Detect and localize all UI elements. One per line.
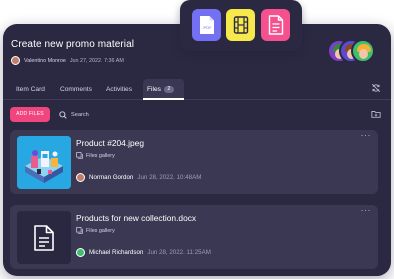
tab-label: Activities <box>106 86 133 93</box>
tab-item-card[interactable]: Item Card <box>12 79 49 100</box>
search-field[interactable]: Search <box>59 107 89 122</box>
folder-icon[interactable] <box>371 109 381 119</box>
add-files-button[interactable]: ADD FILES <box>10 107 50 122</box>
uploader-name: Michael Richardson <box>89 249 144 256</box>
pdf-file-button[interactable]: .PDF <box>192 9 221 41</box>
document-thumbnail[interactable] <box>17 211 71 264</box>
upload-date: Jun 28, 2022. 10:48AM <box>137 174 202 181</box>
member-avatars[interactable] <box>327 39 377 63</box>
pdf-file-icon: .PDF <box>199 16 214 34</box>
file-uploader: Michael Richardson Jun 28, 2022. 11:25AM <box>76 248 211 257</box>
author-avatar <box>11 56 20 65</box>
uploader-name: Norman Gordon <box>89 174 134 181</box>
file-row[interactable]: Products for new collection.docx Files g… <box>10 205 378 269</box>
tab-bar: Item Card Comments Activities Files 2 <box>3 79 391 100</box>
more-options-icon[interactable]: ··· <box>361 205 372 215</box>
tab-label: Item Card <box>16 86 45 93</box>
file-location-label: Files gallery <box>86 227 115 234</box>
product-image <box>17 136 71 189</box>
file-location[interactable]: Files gallery <box>76 227 115 234</box>
file-name[interactable]: Products for new collection.docx <box>76 213 196 223</box>
pdf-label: .PDF <box>202 25 212 30</box>
sync-icon[interactable] <box>371 83 381 93</box>
tab-files[interactable]: Files 2 <box>143 79 184 100</box>
text-document-button[interactable] <box>261 9 290 41</box>
file-name[interactable]: Product #204.jpeg <box>76 138 144 148</box>
files-count-badge: 2 <box>163 85 174 93</box>
tab-label: Comments <box>60 86 92 93</box>
image-thumbnail[interactable] <box>17 136 71 189</box>
text-document-icon <box>268 15 283 35</box>
author-name: Valentino Monroe <box>24 57 66 64</box>
tab-activities[interactable]: Activities <box>102 79 136 100</box>
created-date: Jun 27, 2022. 7:36 AM <box>69 57 124 64</box>
file-row[interactable]: Product #204.jpeg Files gallery Norman G… <box>10 130 378 194</box>
file-uploader: Norman Gordon Jun 28, 2022. 10:48AM <box>76 173 201 182</box>
file-location-label: Files gallery <box>86 152 115 159</box>
upload-date: Jun 28, 2022. 11:25AM <box>147 249 211 256</box>
search-icon <box>59 110 67 119</box>
card-title: Create new promo material <box>11 39 135 50</box>
search-label: Search <box>71 111 89 118</box>
file-location[interactable]: Files gallery <box>76 152 115 159</box>
gallery-icon <box>76 152 83 159</box>
tab-comments[interactable]: Comments <box>56 79 96 100</box>
more-options-icon[interactable]: ··· <box>361 130 372 140</box>
task-card: Create new promo material Valentino Monr… <box>3 24 391 276</box>
uploader-avatar <box>76 173 85 182</box>
member-avatar[interactable] <box>351 39 375 63</box>
file-type-panel: .PDF <box>180 0 302 51</box>
card-meta: Valentino Monroe Jun 27, 2022. 7:36 AM <box>11 56 124 65</box>
gallery-icon <box>76 227 83 234</box>
tab-label: Files <box>147 86 161 93</box>
document-icon <box>34 224 54 251</box>
files-toolbar: ADD FILES Search <box>3 107 391 123</box>
video-file-icon <box>233 16 248 34</box>
uploader-avatar <box>76 248 85 257</box>
video-file-button[interactable] <box>226 9 255 41</box>
